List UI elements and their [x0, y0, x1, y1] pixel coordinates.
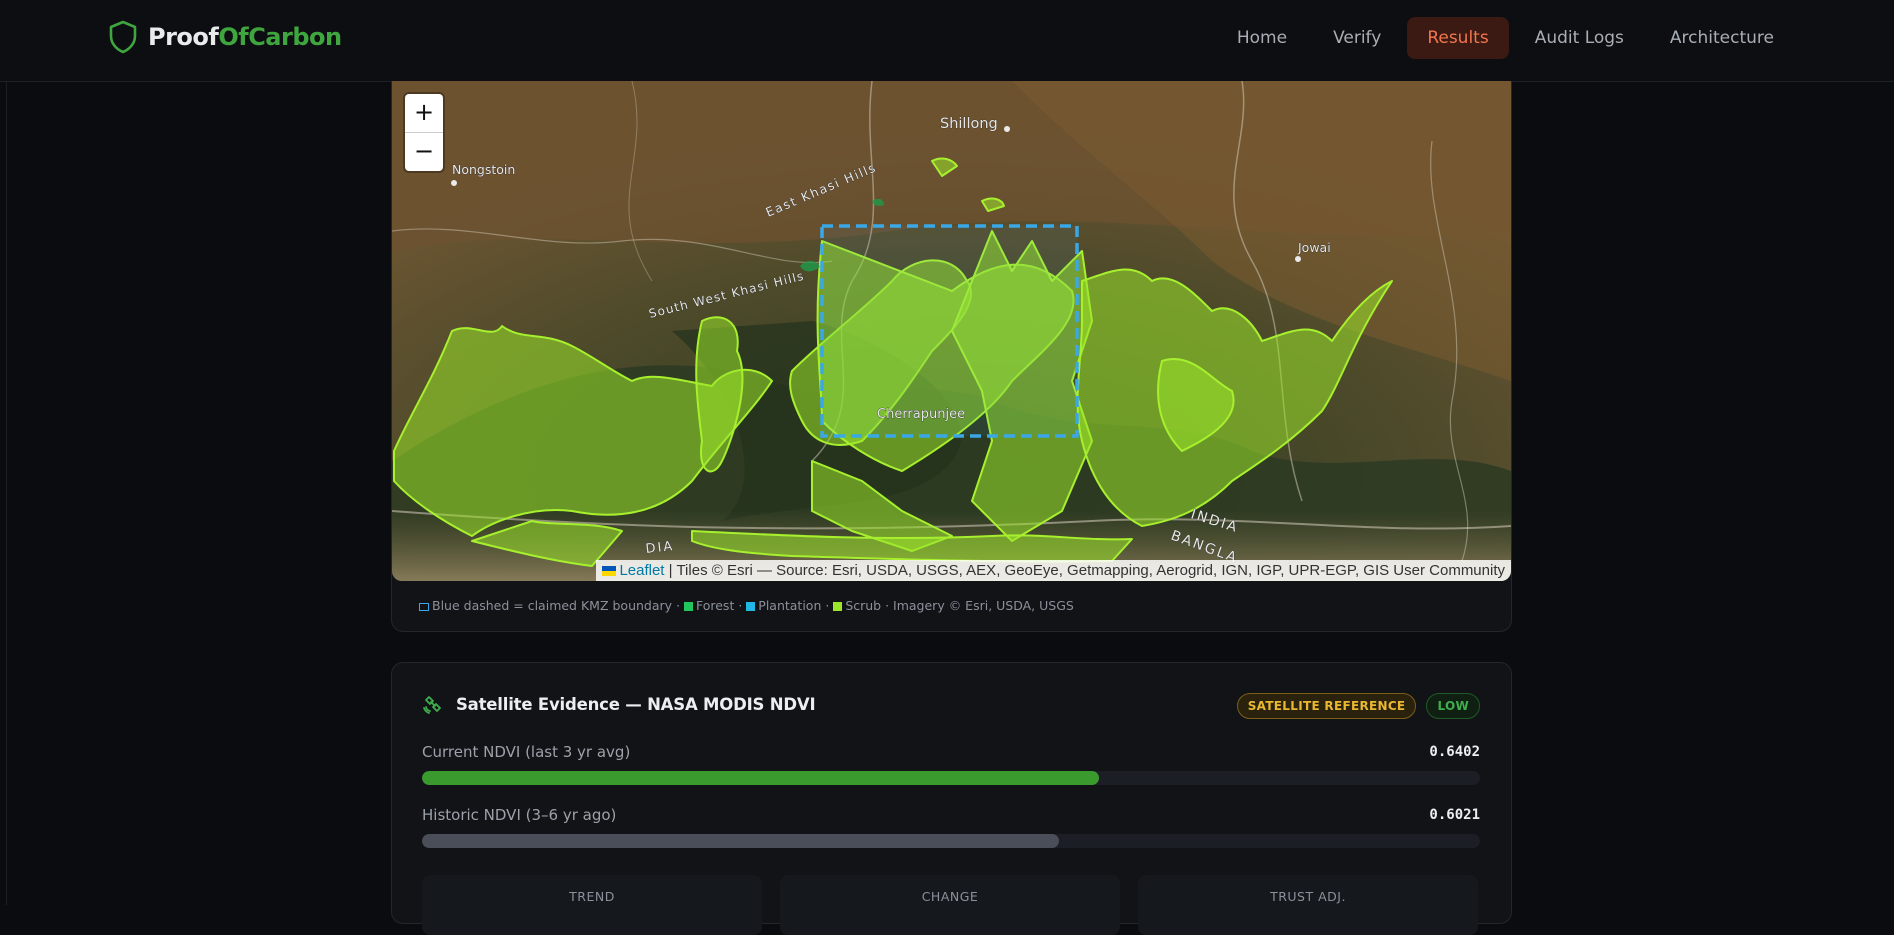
trend-stat: TREND — [422, 875, 762, 935]
historic-ndvi-label: Historic NDVI (3–6 yr ago) — [422, 806, 617, 824]
satellite-reference-badge: SATELLITE REFERENCE — [1236, 693, 1417, 719]
label-dia: DIA — [645, 539, 675, 557]
change-label: CHANGE — [921, 889, 979, 904]
historic-ndvi-value: 0.6021 — [1429, 807, 1480, 823]
current-ndvi-bar — [422, 771, 1480, 785]
label-cherrapunjee: Cherrapunjee — [877, 407, 965, 422]
satellite-map[interactable]: Shillong Nongstoin East Khasi Hills Sout… — [392, 81, 1511, 581]
evidence-badges: SATELLITE REFERENCE LOW — [1236, 693, 1480, 719]
brand-name-part2: OfCarbon — [218, 23, 342, 51]
nav-architecture[interactable]: Architecture — [1650, 17, 1794, 59]
current-ndvi-value: 0.6402 — [1429, 744, 1480, 760]
change-stat: CHANGE — [780, 875, 1120, 935]
legend-forest: Forest · — [695, 598, 743, 613]
map-attribution: Leaflet | Tiles © Esri — Source: Esri, U… — [596, 560, 1511, 581]
zoom-control: + − — [405, 94, 443, 171]
nav-audit-logs[interactable]: Audit Logs — [1515, 17, 1644, 59]
boundary-swatch — [419, 603, 429, 611]
brand-name-part1: Proof — [148, 23, 219, 51]
brand-logo[interactable]: ProofOfCarbon — [108, 20, 342, 54]
historic-ndvi-bar-fill — [422, 834, 1060, 848]
nav-verify[interactable]: Verify — [1313, 17, 1401, 59]
nav-links: Home Verify Results Audit Logs Architect… — [1217, 17, 1794, 59]
scrub-swatch — [833, 602, 843, 611]
zoom-in-button[interactable]: + — [405, 94, 443, 133]
historic-ndvi-bar — [422, 834, 1480, 848]
satellite-imagery: Shillong Nongstoin East Khasi Hills Sout… — [392, 81, 1511, 581]
evidence-header: Satellite Evidence — NASA MODIS NDVI — [422, 693, 816, 715]
ukraine-flag-icon — [602, 566, 617, 577]
current-ndvi-bar-fill — [422, 771, 1100, 785]
brand-name: ProofOfCarbon — [148, 23, 342, 51]
map-legend: Blue dashed = claimed KMZ boundary · For… — [419, 598, 1074, 613]
tiles-attribution: | Tiles © Esri — Source: Esri, USDA, USG… — [668, 562, 1505, 579]
trust-adj-stat: TRUST ADJ. — [1138, 875, 1478, 935]
trust-adj-label: TRUST ADJ. — [1270, 889, 1346, 904]
zoom-out-button[interactable]: − — [405, 133, 443, 171]
top-navbar: ProofOfCarbon Home Verify Results Audit … — [0, 0, 1894, 82]
satellite-icon — [423, 696, 441, 714]
label-jowai: Jowai — [1297, 240, 1331, 255]
label-nongstoin: Nongstoin — [452, 162, 515, 177]
nav-home[interactable]: Home — [1217, 17, 1307, 59]
nav-results[interactable]: Results — [1407, 17, 1509, 59]
plantation-swatch — [746, 602, 756, 611]
legend-boundary: Blue dashed = claimed KMZ boundary · — [432, 598, 680, 613]
trend-label: TREND — [569, 889, 615, 904]
shield-icon — [109, 20, 137, 54]
current-ndvi-label: Current NDVI (last 3 yr avg) — [422, 743, 631, 761]
window-edge — [6, 0, 7, 905]
risk-level-badge: LOW — [1426, 693, 1480, 719]
label-shillong: Shillong — [940, 116, 998, 132]
leaflet-link[interactable]: Leaflet — [619, 562, 664, 579]
legend-scrub: Scrub · Imagery © Esri, USDA, USGS — [845, 598, 1074, 613]
map-card: Shillong Nongstoin East Khasi Hills Sout… — [391, 81, 1512, 632]
evidence-title: Satellite Evidence — NASA MODIS NDVI — [456, 694, 816, 714]
legend-plantation: Plantation · — [758, 598, 830, 613]
satellite-evidence-card: Satellite Evidence — NASA MODIS NDVI SAT… — [391, 662, 1512, 935]
forest-swatch — [683, 602, 693, 611]
